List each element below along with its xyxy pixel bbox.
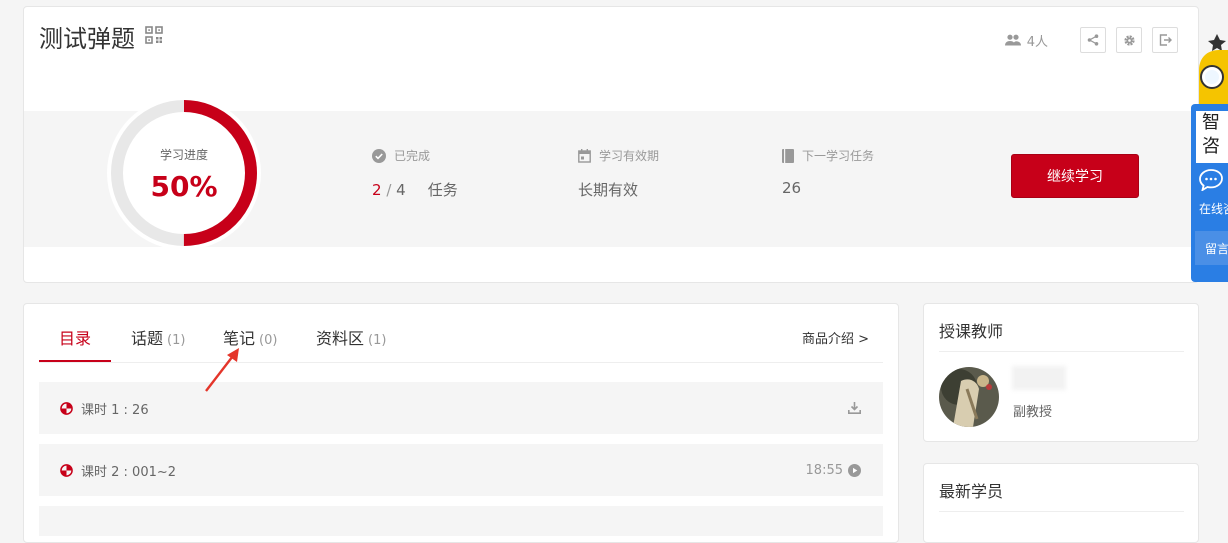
teacher-avatar[interactable] bbox=[939, 367, 999, 427]
people-icon bbox=[1004, 34, 1021, 46]
tab-catalog[interactable]: 目录 bbox=[59, 325, 91, 349]
progress-pie-icon bbox=[60, 463, 73, 477]
continue-learning-button[interactable]: 继续学习 bbox=[1011, 154, 1139, 198]
progress-pie-icon bbox=[60, 401, 73, 415]
next-task-label: 下一学习任务 bbox=[802, 149, 875, 163]
tab-materials-count: (1) bbox=[368, 333, 387, 348]
exit-course-button[interactable] bbox=[1152, 27, 1178, 53]
course-title: 测试弹题 bbox=[39, 25, 135, 53]
next-task-stat: 下一学习任务 26 bbox=[782, 147, 874, 197]
validity-stat: 学习有效期 长期有效 bbox=[578, 147, 659, 200]
play-icon[interactable] bbox=[848, 463, 861, 477]
consult-title-zhi: 智 bbox=[1202, 112, 1220, 133]
member-count[interactable]: 4人 bbox=[1004, 31, 1048, 50]
annotation-arrow bbox=[205, 348, 239, 392]
course-content-card: 目录 话题 (1) 笔记 (0) 资料区 (1) 商品介绍 > 课时 1 : 26 bbox=[23, 303, 899, 543]
header-tools: 4人 bbox=[1004, 27, 1178, 53]
consult-title-zi: 咨 bbox=[1202, 136, 1220, 157]
tab-notes-count: (0) bbox=[259, 333, 278, 348]
latest-students-card: 最新学员 bbox=[923, 463, 1199, 543]
divider bbox=[939, 511, 1184, 512]
progress-label: 学习进度 bbox=[159, 148, 208, 162]
content-tabs: 目录 话题 (1) 笔记 (0) 资料区 (1) 商品介绍 > bbox=[39, 304, 883, 363]
divider bbox=[939, 351, 1184, 352]
check-circle-icon bbox=[372, 148, 386, 163]
lesson-item[interactable]: 课时 2 : 001~2 18:55 bbox=[39, 444, 883, 496]
leave-message-button[interactable]: 留言 bbox=[1195, 231, 1228, 265]
tab-materials[interactable]: 资料区 (1) bbox=[316, 325, 386, 349]
validity-label: 学习有效期 bbox=[599, 149, 660, 163]
lesson-duration: 18:55 bbox=[805, 462, 843, 478]
calendar-icon bbox=[578, 148, 591, 163]
exit-icon bbox=[1159, 34, 1172, 46]
book-icon bbox=[782, 148, 794, 163]
teacher-section-title: 授课教师 bbox=[939, 322, 1004, 341]
consult-widget[interactable]: 智 咨 在线咨 留言 bbox=[1191, 104, 1228, 282]
tab-topics[interactable]: 话题 (1) bbox=[131, 325, 185, 349]
online-consult-link[interactable]: 在线咨 bbox=[1199, 200, 1228, 217]
qrcode-icon[interactable] bbox=[145, 26, 163, 44]
completed-label: 已完成 bbox=[394, 149, 431, 163]
active-tab-indicator bbox=[39, 360, 111, 362]
tab-catalog-label: 目录 bbox=[59, 329, 92, 348]
validity-value: 长期有效 bbox=[578, 181, 639, 199]
tab-topics-label: 话题 bbox=[131, 329, 164, 348]
mascot-icon[interactable] bbox=[1195, 30, 1228, 104]
gear-icon bbox=[1123, 34, 1135, 46]
chat-bubble-icon bbox=[1199, 169, 1223, 191]
product-intro-link[interactable]: 商品介绍 > bbox=[802, 328, 869, 347]
share-icon bbox=[1087, 34, 1099, 46]
completed-sep: / bbox=[381, 181, 397, 199]
consult-widget-title: 智 咨 bbox=[1196, 111, 1228, 163]
progress-percent: 50% bbox=[150, 170, 218, 203]
download-icon[interactable] bbox=[848, 402, 861, 414]
tab-materials-label: 资料区 bbox=[316, 329, 365, 348]
lesson-item[interactable]: 课时 1 : 26 bbox=[39, 382, 883, 434]
teacher-card: 授课教师 副教授 bbox=[923, 303, 1199, 442]
course-header-card: 测试弹题 4人 学习进度 50% 已完成 2 / 4 任务 学习有效期 长期有效… bbox=[23, 6, 1199, 283]
lesson-title: 课时 1 : 26 bbox=[81, 402, 149, 418]
teacher-name-blurred bbox=[1012, 366, 1066, 390]
settings-button[interactable] bbox=[1116, 27, 1142, 53]
next-task-value[interactable]: 26 bbox=[782, 179, 874, 197]
member-count-label: 4人 bbox=[1026, 34, 1048, 50]
completed-done: 2 bbox=[372, 181, 382, 199]
students-section-title: 最新学员 bbox=[939, 482, 1004, 501]
share-button[interactable] bbox=[1080, 27, 1106, 53]
lesson-item[interactable] bbox=[39, 506, 883, 536]
lesson-title: 课时 2 : 001~2 bbox=[81, 464, 177, 480]
completed-total: 4 bbox=[396, 181, 406, 199]
completed-stat: 已完成 2 / 4 任务 bbox=[372, 147, 458, 200]
tab-topics-count: (1) bbox=[167, 333, 186, 348]
teacher-role: 副教授 bbox=[1013, 405, 1053, 420]
completed-unit: 任务 bbox=[427, 181, 458, 199]
